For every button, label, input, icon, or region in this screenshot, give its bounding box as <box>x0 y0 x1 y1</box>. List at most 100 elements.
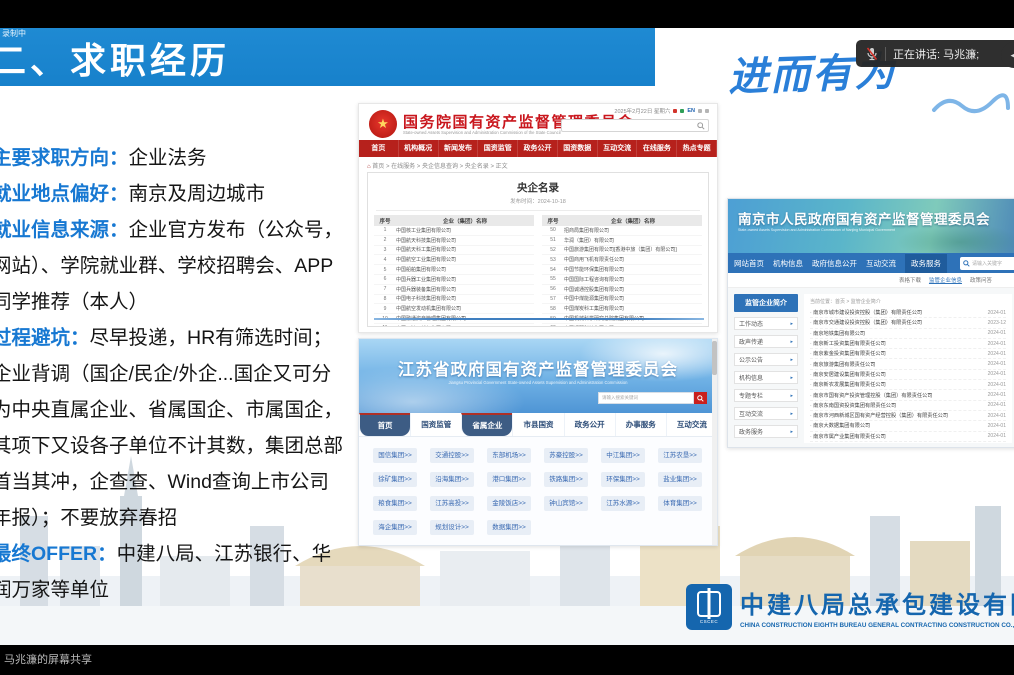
soe-link-button[interactable]: 环保集团>> <box>601 472 645 487</box>
company-link[interactable]: 南京市交通建设投资控股（集团）有限责任公司 <box>810 319 984 326</box>
soe-link-button[interactable]: 海企集团>> <box>373 520 417 535</box>
publish-date: 2023-12 <box>988 320 1006 326</box>
subnav-soe-info[interactable]: 监管企业信息 <box>929 276 962 284</box>
soe-link-button[interactable]: 中江集团>> <box>601 448 645 463</box>
sasac-nav-item[interactable]: 国资监管 <box>478 140 518 157</box>
soe-link-button[interactable]: 东部机场>> <box>487 448 531 463</box>
jiangsu-tab-disclosure[interactable]: 政务公开 <box>564 413 615 436</box>
sasac-nav-item[interactable]: 机构概况 <box>399 140 439 157</box>
company-link[interactable]: 南京旅游集团有限责任公司 <box>810 361 984 368</box>
company-link[interactable]: 南京市河西新城区国有资产经营控股（集团）有限责任公司 <box>810 412 984 419</box>
sasac-search-input[interactable] <box>561 119 709 132</box>
search-input[interactable]: 请输入搜索关键词 <box>598 392 694 404</box>
scrollbar[interactable] <box>712 339 717 545</box>
nanjing-tab-disclosure[interactable]: 政府信息公开 <box>812 258 857 269</box>
scrollbar-thumb[interactable] <box>712 341 717 375</box>
company-name-cn: 中建八局总承包建设有限公司 <box>740 585 1014 620</box>
bullet-text: 同学推荐（本人） <box>0 291 148 313</box>
sasac-website-screenshot: ★ 国务院国有资产监督管理委员会 State-owned Assets Supe… <box>358 103 718 333</box>
accessibility-icon[interactable] <box>698 109 702 113</box>
slide-text-line: 首当其冲，企查查、Wind查询上市公司 <box>0 464 368 500</box>
company-link[interactable]: 南京紫金投资集团有限责任公司 <box>810 350 984 357</box>
table-row: 5中国船舶集团有限公司 <box>374 265 534 275</box>
sasac-nav-item[interactable]: 互动交流 <box>598 140 638 157</box>
jiangsu-tab-interaction[interactable]: 互动交流 <box>666 413 717 436</box>
sasac-nav-item[interactable]: 国资数据 <box>558 140 598 157</box>
table-header: 序号企业（集团）名称 <box>374 215 534 226</box>
nanjing-tab-services[interactable]: 政务服务 <box>905 254 947 273</box>
language-toggle[interactable]: EN <box>687 108 695 114</box>
subnav-download[interactable]: 表格下载 <box>899 276 921 284</box>
company-link[interactable]: 南京市城市建设投资控股（集团）有限责任公司 <box>810 309 984 316</box>
soe-link-button[interactable]: 铁路集团>> <box>544 472 588 487</box>
soe-link-button[interactable]: 钟山宾馆>> <box>544 496 588 511</box>
sasac-nav-item[interactable]: 首页 <box>359 140 399 157</box>
soe-link-button[interactable]: 徐矿集团>> <box>373 472 417 487</box>
sidebar-item[interactable]: 机构信息 <box>734 371 798 384</box>
search-button[interactable] <box>694 392 707 404</box>
calligraphy-stroke <box>930 90 1010 120</box>
nanjing-sidebar: 监管企业简介 工作动态政声传递公示公告机构信息专题专栏互动交流政务服务 <box>734 294 798 443</box>
sidebar-item[interactable]: 互动交流 <box>734 407 798 420</box>
soe-link-button[interactable]: 粮食集团>> <box>373 496 417 511</box>
company-link[interactable]: 南京大数据集团有限公司 <box>810 422 984 429</box>
sasac-nav-item[interactable]: 新闻发布 <box>439 140 479 157</box>
company-link[interactable]: 南京新工投资集团有限责任公司 <box>810 340 984 347</box>
jiangsu-tab-home[interactable]: 首页 <box>359 413 410 436</box>
soe-link-button[interactable]: 体育集团>> <box>658 496 702 511</box>
sasac-nav-item[interactable]: 热点专题 <box>677 140 717 157</box>
list-item: 南京市交通建设投资控股（集团）有限责任公司 2023-12 <box>810 318 1006 328</box>
nanjing-tab-interaction[interactable]: 互动交流 <box>866 258 896 269</box>
jiangsu-tab-supervision[interactable]: 国资监管 <box>410 413 461 436</box>
soe-link-button[interactable]: 江苏农垦>> <box>658 448 702 463</box>
publish-date: 2024-01 <box>988 423 1006 429</box>
soe-link-button[interactable]: 数据集团>> <box>487 520 531 535</box>
sasac-nav-item[interactable]: 政务公开 <box>518 140 558 157</box>
nanjing-tab-org-info[interactable]: 机构信息 <box>773 258 803 269</box>
jiangsu-tab-city-county[interactable]: 市县国资 <box>512 413 563 436</box>
slide-section-divider <box>374 318 704 320</box>
sidebar-item[interactable]: 政声传递 <box>734 335 798 348</box>
wechat-icon[interactable] <box>680 109 684 113</box>
sidebar-item[interactable]: 专题专栏 <box>734 389 798 402</box>
table-row: 53中国商用飞机有限责任公司 <box>542 255 702 265</box>
jiangsu-tab-services[interactable]: 办事服务 <box>615 413 666 436</box>
company-link[interactable]: 南京市国有资产投资管理控股（集团）有限责任公司 <box>810 392 984 399</box>
company-link[interactable]: 南京市属产业集团有限责任公司 <box>810 433 984 440</box>
bullet-text: 南京及周边城市 <box>129 183 266 205</box>
soe-link-button[interactable]: 江苏高投>> <box>430 496 474 511</box>
slide-text-line: 主要求职方向：企业法务 <box>0 140 368 176</box>
weibo-icon[interactable] <box>673 109 677 113</box>
nanjing-website-screenshot: 南京市人民政府国有资产监督管理委员会 State-owned Assets Su… <box>727 198 1014 448</box>
sidebar-item-soe-intro[interactable]: 监管企业简介 <box>734 294 798 312</box>
company-link[interactable]: 南京地铁集团有限公司 <box>810 330 984 337</box>
sasac-nav-bar: 首页机构概况新闻发布国资监管政务公开国资数据互动交流在线服务热点专题 <box>359 140 717 157</box>
sidebar-item[interactable]: 公示公告 <box>734 353 798 366</box>
soe-link-button[interactable]: 盐业集团>> <box>658 472 702 487</box>
bottom-letterbox-bar: 马兆濂的屏幕共享 <box>0 645 1014 675</box>
nanjing-body: 监管企业简介 工作动态政声传递公示公告机构信息专题专栏互动交流政务服务 当前位置… <box>728 288 1014 448</box>
soe-link-button[interactable]: 金陵饭店>> <box>487 496 531 511</box>
soe-link-button[interactable]: 沿海集团>> <box>430 472 474 487</box>
subnav-policy[interactable]: 政策问答 <box>970 276 992 284</box>
sidebar-item[interactable]: 工作动态 <box>734 317 798 330</box>
sasac-nav-item[interactable]: 在线服务 <box>637 140 677 157</box>
soe-link-button[interactable]: 交通控股>> <box>430 448 474 463</box>
central-soe-table-left: 序号企业（集团）名称 1中国核工业集团有限公司2中国航天科技集团有限公司3中国航… <box>374 215 534 327</box>
company-link[interactable]: 南京新农发展集团有限责任公司 <box>810 381 984 388</box>
microphone-muted-icon <box>866 47 878 61</box>
sidebar-item[interactable]: 政务服务 <box>734 425 798 438</box>
company-link[interactable]: 南京安居建设集团有限责任公司 <box>810 371 984 378</box>
soe-link-button[interactable]: 江苏水源>> <box>601 496 645 511</box>
jiangsu-tab-provincial-soe[interactable]: 省属企业 <box>461 413 512 436</box>
soe-link-button[interactable]: 港口集团>> <box>487 472 531 487</box>
soe-link-button[interactable]: 国信集团>> <box>373 448 417 463</box>
mobile-icon[interactable] <box>705 109 709 113</box>
nanjing-tab-home[interactable]: 网站首页 <box>734 258 764 269</box>
list-item: 南京市河西新城区国有资产经营控股（集团）有限责任公司2024-01 <box>810 411 1006 421</box>
soe-link-button[interactable]: 规划设计>> <box>430 520 474 535</box>
company-link[interactable]: 南京东南国资投资集团有限责任公司 <box>810 402 984 409</box>
nanjing-search-input[interactable]: 请输入关键字 <box>960 257 1014 270</box>
bullet-text: 首当其冲，企查查、Wind查询上市公司 <box>0 471 329 493</box>
soe-link-button[interactable]: 苏豪控股>> <box>544 448 588 463</box>
